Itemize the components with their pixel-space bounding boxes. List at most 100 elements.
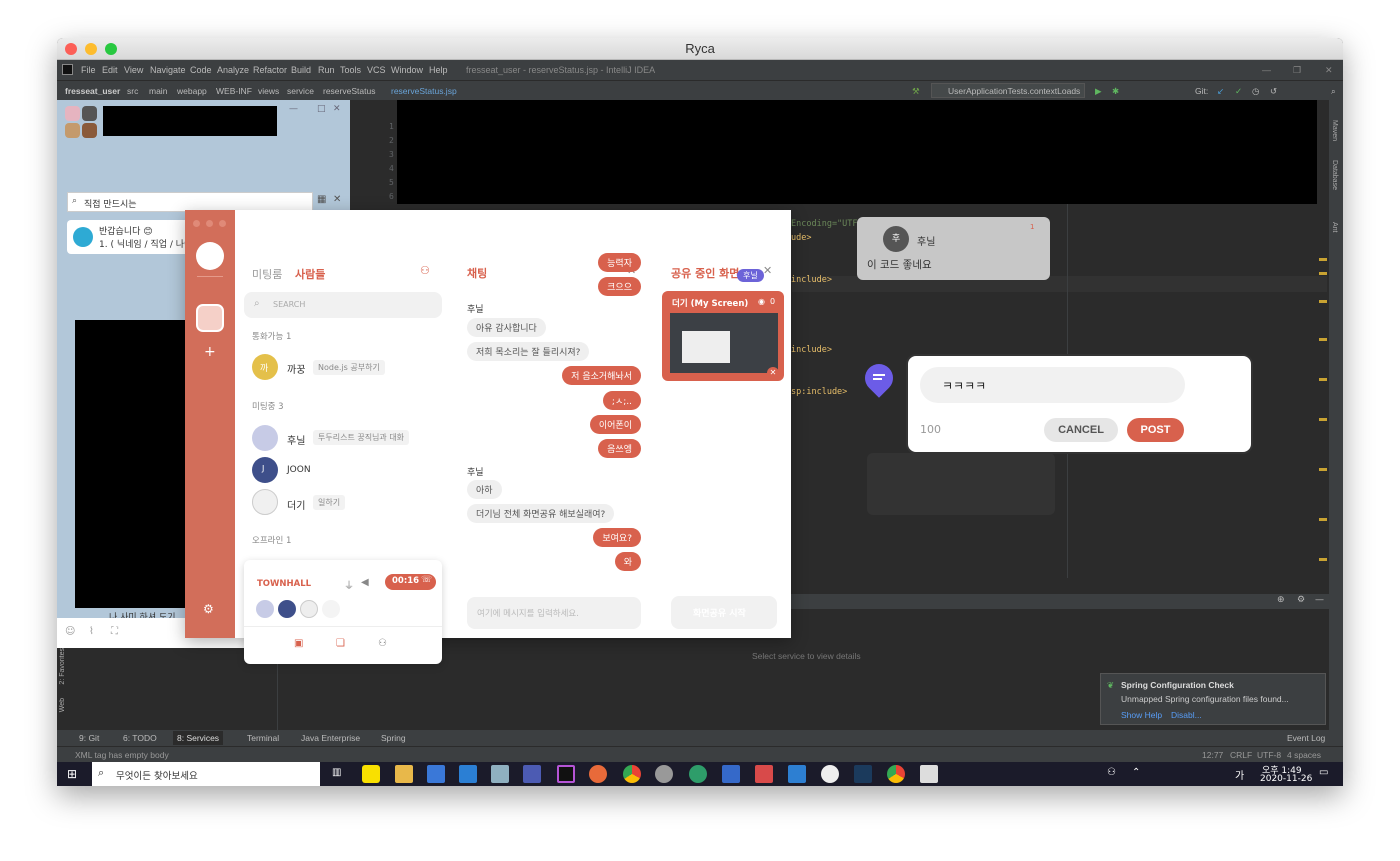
hide-panel-icon[interactable]: — xyxy=(1315,595,1324,605)
file-explorer-icon[interactable] xyxy=(395,765,413,783)
windows-start-icon[interactable]: ⊞ xyxy=(67,767,77,781)
breadcrumb-project[interactable]: fresseat_user xyxy=(65,86,120,96)
menu-file[interactable]: File xyxy=(81,65,96,75)
kakaotalk-icon[interactable] xyxy=(362,765,380,783)
notepad-icon[interactable] xyxy=(920,765,938,783)
close-sharing-icon[interactable]: ✕ xyxy=(763,264,772,277)
share-screen-icon[interactable]: ▣ xyxy=(294,638,303,649)
web-tool-tab[interactable]: Web xyxy=(59,698,66,712)
build-hammer-icon[interactable]: ⚒ xyxy=(912,86,920,97)
maven-tool-tab[interactable]: Maven xyxy=(1331,120,1338,141)
menu-build[interactable]: Build xyxy=(291,65,311,75)
chat-search-input[interactable]: ⌕ 직접 만드시는 xyxy=(67,192,313,212)
steam-icon[interactable] xyxy=(854,765,872,783)
git-history-icon[interactable]: ◷ xyxy=(1252,86,1259,97)
menu-help[interactable]: Help xyxy=(429,65,448,75)
tray-chevron-icon[interactable]: ⌃ xyxy=(1132,767,1140,778)
attach-icon[interactable]: ⌇ xyxy=(89,626,94,637)
tab-people[interactable]: 사람들 xyxy=(295,266,325,282)
microphone-icon[interactable]: ⏚ xyxy=(344,577,354,592)
event-log-tab[interactable]: Event Log xyxy=(1287,733,1325,743)
caret-position[interactable]: 12:77 xyxy=(1202,750,1223,760)
show-help-link[interactable]: Show Help xyxy=(1121,710,1162,720)
person-name[interactable]: JOON xyxy=(287,465,311,475)
workspace-icon[interactable] xyxy=(196,304,224,332)
capture-icon[interactable]: ⛶ xyxy=(111,626,118,637)
taskbar-search-box[interactable]: ⌕ 무엇이든 찾아보세요 xyxy=(92,762,320,786)
store-icon[interactable] xyxy=(427,765,445,783)
shared-screen-card[interactable]: 더기 (My Screen) ◉ 0 ✕ xyxy=(662,291,784,381)
minimize-icon[interactable]: — xyxy=(289,104,298,114)
breadcrumb-src[interactable]: src xyxy=(127,86,138,96)
app-icon[interactable] xyxy=(523,765,541,783)
menu-run[interactable]: Run xyxy=(318,65,335,75)
tab-spring[interactable]: Spring xyxy=(381,733,406,743)
settings-gear-icon[interactable]: ⚙ xyxy=(203,602,214,616)
tab-todo[interactable]: 6: TODO xyxy=(123,733,157,743)
breadcrumb-webapp[interactable]: webapp xyxy=(177,86,207,96)
app-icon[interactable] xyxy=(491,765,509,783)
app-icon[interactable] xyxy=(689,765,707,783)
emoji-icon[interactable]: ☺ xyxy=(65,626,75,637)
start-sharing-button[interactable]: 화면공유 시작 xyxy=(671,596,777,629)
chrome-icon[interactable] xyxy=(887,765,905,783)
menu-vcs[interactable]: VCS xyxy=(367,65,386,75)
minimize-window-button[interactable] xyxy=(85,43,97,55)
ime-indicator[interactable]: 가 xyxy=(1235,767,1244,782)
run-config-select[interactable]: UserApplicationTests.contextLoads xyxy=(931,83,1085,98)
app-icon[interactable] xyxy=(722,765,740,783)
clock-date[interactable]: 2020-11-26 xyxy=(1260,774,1312,784)
chat-bubble-icon[interactable]: ❏ xyxy=(336,638,345,649)
task-view-icon[interactable]: ▥ xyxy=(332,767,341,778)
chrome-icon[interactable] xyxy=(623,765,641,783)
menu-window[interactable]: Window xyxy=(391,65,423,75)
speaker-icon[interactable]: ◀ xyxy=(361,577,369,588)
minimize-icon[interactable]: — xyxy=(1262,65,1271,75)
git-commit-icon[interactable]: ✓ xyxy=(1235,86,1242,97)
indent-setting[interactable]: 4 spaces xyxy=(1287,750,1321,760)
post-button[interactable]: POST xyxy=(1127,418,1184,442)
invite-person-icon[interactable]: ⚇ xyxy=(378,638,387,649)
person-name[interactable]: 더기 xyxy=(287,497,305,512)
stop-share-icon[interactable]: ✕ xyxy=(767,367,779,379)
intellij-taskbar-icon[interactable] xyxy=(557,765,575,783)
call-timer-button[interactable]: 00:16 ☏ xyxy=(385,574,436,590)
minimize-window-button[interactable] xyxy=(206,220,213,227)
people-icon[interactable]: ⚇ xyxy=(1107,767,1116,778)
notification-center-icon[interactable]: ▭ xyxy=(1319,767,1328,778)
hang-up-icon[interactable]: ☏ xyxy=(421,575,432,585)
app-icon[interactable] xyxy=(788,765,806,783)
postman-icon[interactable] xyxy=(589,765,607,783)
git-update-icon[interactable]: ↙ xyxy=(1217,86,1224,97)
restore-icon[interactable]: ❐ xyxy=(1293,65,1301,76)
app-icon[interactable] xyxy=(655,765,673,783)
comment-input[interactable]: ㅋㅋㅋㅋ xyxy=(920,367,1185,403)
person-name[interactable]: 후닐 xyxy=(287,432,305,447)
mail-icon[interactable] xyxy=(459,765,477,783)
tab-meeting-room[interactable]: 미팅룸 xyxy=(252,266,282,282)
person-name[interactable]: 까꿍 xyxy=(287,361,305,376)
favorites-tool-tab[interactable]: 2: Favorites xyxy=(59,648,66,685)
close-search-icon[interactable]: ✕ xyxy=(333,194,341,205)
git-rollback-icon[interactable]: ↺ xyxy=(1270,86,1277,97)
ant-tool-tab[interactable]: Ant xyxy=(1331,222,1338,233)
people-search-input[interactable]: ⌕ SEARCH xyxy=(244,292,442,318)
menu-refactor[interactable]: Refactor xyxy=(253,65,287,75)
debug-icon[interactable]: ✱ xyxy=(1112,86,1119,97)
cancel-button[interactable]: CANCEL xyxy=(1044,418,1118,442)
run-icon[interactable]: ▶ xyxy=(1095,86,1102,97)
line-separator[interactable]: CRLF xyxy=(1230,750,1252,760)
calendar-icon[interactable]: ▦ xyxy=(317,194,326,205)
maximize-icon[interactable]: □ xyxy=(317,104,326,114)
search-everywhere-icon[interactable]: ⌕ xyxy=(1331,86,1336,97)
breadcrumb-file[interactable]: reserveStatus.jsp xyxy=(391,86,457,96)
menu-edit[interactable]: Edit xyxy=(102,65,118,75)
disable-link[interactable]: Disabl... xyxy=(1171,710,1202,720)
breadcrumb-service[interactable]: service xyxy=(287,86,314,96)
user-avatar[interactable] xyxy=(196,242,224,270)
chat-message-input[interactable]: 여기에 메시지를 입력하세요. xyxy=(467,597,641,629)
breadcrumb-webinf[interactable]: WEB-INF xyxy=(216,86,252,96)
breadcrumb-views[interactable]: views xyxy=(258,86,279,96)
close-window-button[interactable] xyxy=(193,220,200,227)
breadcrumb-reservestatus[interactable]: reserveStatus xyxy=(323,86,375,96)
